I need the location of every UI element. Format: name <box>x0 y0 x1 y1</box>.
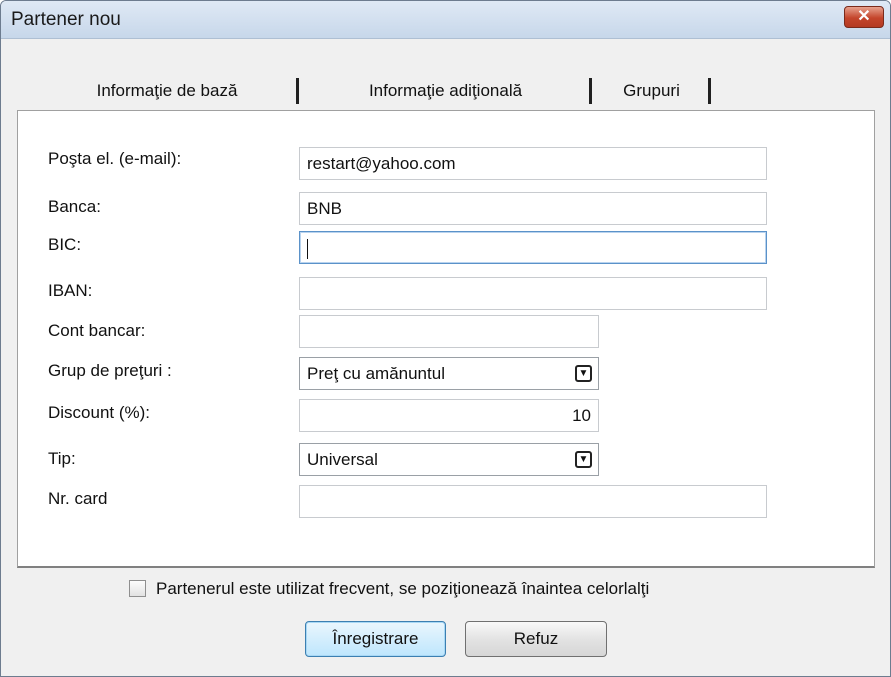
tab-label: Grupuri <box>623 81 680 100</box>
iban-field[interactable] <box>299 277 767 310</box>
type-select[interactable]: Universal ▼ <box>299 443 599 476</box>
email-label: Poşta el. (e-mail): <box>48 149 182 168</box>
discount-label: Discount (%): <box>48 403 151 422</box>
iban-label: IBAN: <box>48 281 93 300</box>
bank-account-field[interactable] <box>299 315 599 348</box>
card-label: Nr. card <box>48 489 108 508</box>
title-bar[interactable]: Partener nou ✕ <box>1 1 890 39</box>
bank-label: Banca: <box>48 197 101 216</box>
card-number-field[interactable] <box>299 485 767 518</box>
bank-value: BNB <box>307 199 342 218</box>
cancel-button-label: Refuz <box>513 629 559 648</box>
dialog-window: Partener nou ✕ Informaţie de bază Inform… <box>0 0 891 677</box>
save-button[interactable]: Înregistrare <box>305 621 446 657</box>
bic-field[interactable] <box>299 231 767 264</box>
bank-field[interactable]: BNB <box>299 192 767 225</box>
price-group-value: Preţ cu amănuntul <box>307 364 445 383</box>
frequent-partner-checkbox[interactable] <box>129 580 146 597</box>
bic-label: BIC: <box>48 235 82 254</box>
type-label: Tip: <box>48 449 76 468</box>
tab-label: Informaţie de bază <box>96 81 238 100</box>
text-caret <box>307 238 308 259</box>
frequent-partner-label: Partenerul este utilizat frecvent, se po… <box>156 579 650 598</box>
discount-field[interactable]: 10 <box>299 399 599 432</box>
chevron-down-icon[interactable]: ▼ <box>575 365 592 382</box>
price-group-label: Grup de preţuri : <box>48 361 172 380</box>
tab-additional-info[interactable]: Informaţie adiţională <box>299 74 592 110</box>
price-group-select[interactable]: Preţ cu amănuntul ▼ <box>299 357 599 390</box>
chevron-down-icon[interactable]: ▼ <box>575 451 592 468</box>
tab-label: Informaţie adiţională <box>368 81 523 100</box>
close-button[interactable]: ✕ <box>844 6 884 28</box>
tab-basic-info[interactable]: Informaţie de bază <box>35 74 299 110</box>
tab-separator <box>708 78 711 104</box>
tab-groups[interactable]: Grupuri <box>592 74 711 110</box>
email-field[interactable]: restart@yahoo.com <box>299 147 767 180</box>
email-value: restart@yahoo.com <box>307 154 456 173</box>
account-label: Cont bancar: <box>48 321 146 340</box>
window-title: Partener nou <box>11 9 121 30</box>
type-value: Universal <box>307 450 378 469</box>
close-icon: ✕ <box>857 8 871 25</box>
save-button-label: Înregistrare <box>332 629 419 648</box>
cancel-button[interactable]: Refuz <box>465 621 607 657</box>
discount-value: 10 <box>572 406 591 425</box>
